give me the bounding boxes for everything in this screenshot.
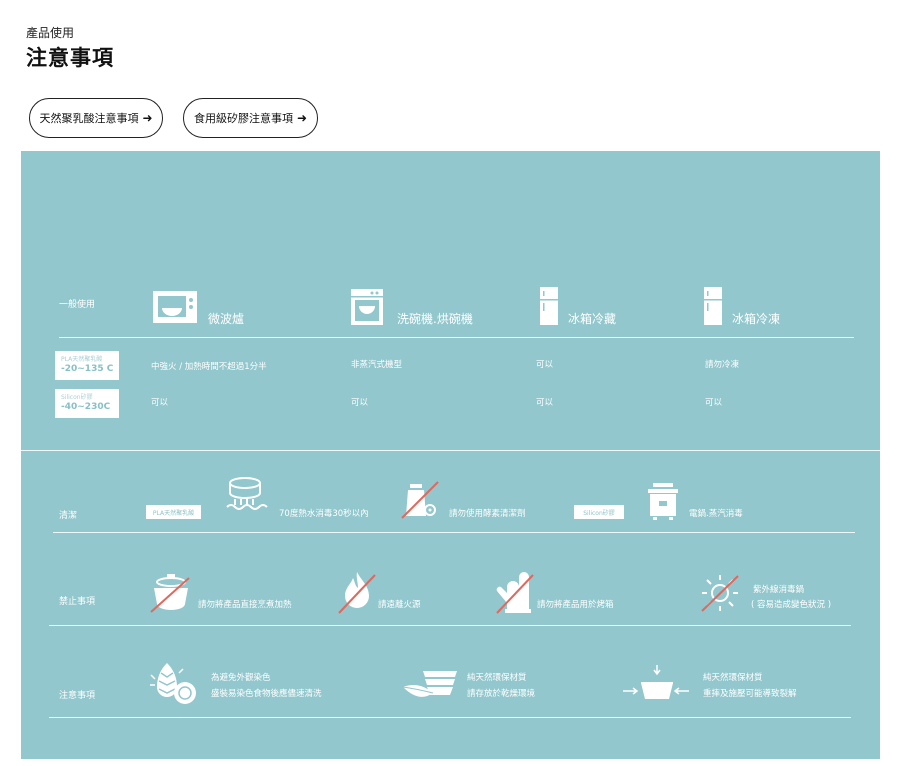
divider (49, 625, 851, 626)
freezer-icon (703, 286, 723, 326)
divider (53, 532, 855, 533)
pla-notes-button[interactable]: 天然聚乳酸注意事項 ➜ (29, 98, 163, 138)
notes-label: 注意事項 (59, 691, 96, 701)
silicone-notes-button[interactable]: 食用級矽膠注意事項 ➜ (183, 98, 318, 138)
no-oven-mitt-icon (495, 569, 535, 615)
steam-sterilize-text: 電鍋.蒸汽消毒 (689, 509, 743, 519)
no-oven-text: 請勿將產品用於烤箱 (537, 600, 614, 610)
microwave-icon (152, 290, 198, 324)
pla-temp: -20~135 C (61, 364, 114, 374)
silicon-temp-badge: Silicon矽膠 -40~230C (55, 389, 119, 418)
uv-sterilizer-text: 紫外線消毒鍋 (753, 585, 805, 595)
no-direct-cooking-text: 請勿將產品直接烹煮加熱 (198, 600, 292, 610)
silicon-tag: Silicon矽膠 (574, 505, 624, 519)
hot-water-text: 70度熱水消毒30秒以內 (279, 509, 369, 519)
arrow-right-icon: ➜ (142, 111, 153, 125)
arrow-right-icon: ➜ (296, 111, 308, 125)
rice-cooker-icon (645, 481, 681, 521)
pla-notes-button-label: 天然聚乳酸注意事項 (39, 112, 139, 125)
general-use-label: 一般使用 (59, 300, 96, 310)
storage-note-line1: 純天然環保材質 (467, 673, 527, 683)
no-uv-lamp-icon (699, 573, 741, 613)
silicon-temp: -40~230C (61, 402, 111, 412)
fridge-label: 冰箱冷藏 (568, 312, 617, 326)
page-title: 注意事項 (26, 46, 114, 70)
pla-fridge-value: 可以 (536, 360, 554, 370)
stacked-bowls-icon (401, 665, 459, 705)
discoloration-warning-text: ( 容易造成變色狀況 ) (751, 600, 832, 610)
fragile-note-line2: 重摔及施壓可能導致裂解 (703, 689, 797, 699)
divider (49, 717, 851, 718)
no-enzyme-text: 請勿使用酵素清潔劑 (449, 509, 526, 519)
pla-temp-badge: PLA天然聚乳酸 -20~135 C (55, 351, 119, 380)
silicon-microwave-value: 可以 (151, 398, 169, 408)
microwave-label: 微波爐 (208, 312, 245, 326)
fragile-note-line1: 純天然環保材質 (703, 673, 763, 683)
pla-tag: PLA天然聚乳酸 (146, 505, 201, 519)
page-subtitle: 產品使用 (26, 26, 75, 40)
no-fire-icon (337, 569, 377, 615)
silicon-freezer-value: 可以 (705, 398, 723, 408)
away-from-fire-text: 請遠離火源 (378, 600, 421, 610)
pla-microwave-value: 中強火 / 加熱時間不超過1分半 (151, 362, 267, 372)
stain-note-line2: 盛裝易染色食物後應儘速清洗 (211, 689, 322, 699)
dishwasher-label: 洗碗機.烘碗機 (397, 312, 473, 326)
pla-dishwasher-value: 非蒸汽式機型 (351, 360, 403, 370)
silicon-dishwasher-value: 可以 (351, 398, 369, 408)
stain-food-icon (147, 659, 201, 707)
pla-name: PLA天然聚乳酸 (61, 356, 103, 363)
no-enzyme-cleaner-icon (398, 476, 442, 520)
usage-info-panel: 一般使用 微波爐 洗碗機.烘碗機 冰箱冷藏 冰箱冷凍 PLA天然聚乳酸 -20~… (21, 151, 880, 759)
divider (59, 337, 854, 338)
pressure-bowl-icon (619, 663, 693, 707)
stain-note-line1: 為避免外觀染色 (211, 673, 271, 683)
section-divider (21, 450, 880, 451)
pla-freezer-value: 請勿冷凍 (705, 360, 740, 370)
cleaning-label: 清潔 (59, 511, 78, 521)
storage-note-line2: 請存放於乾燥環境 (467, 689, 536, 699)
hot-water-bowl-icon (221, 473, 269, 521)
silicon-fridge-value: 可以 (536, 398, 554, 408)
no-cooking-pot-icon (148, 572, 194, 614)
dishwasher-icon (350, 288, 384, 326)
freezer-label: 冰箱冷凍 (732, 312, 781, 326)
silicone-notes-button-label: 食用級矽膠注意事項 (193, 112, 293, 125)
fridge-icon (539, 286, 559, 326)
silicon-name: Silicon矽膠 (61, 394, 93, 401)
prohibited-label: 禁止事項 (59, 597, 96, 607)
